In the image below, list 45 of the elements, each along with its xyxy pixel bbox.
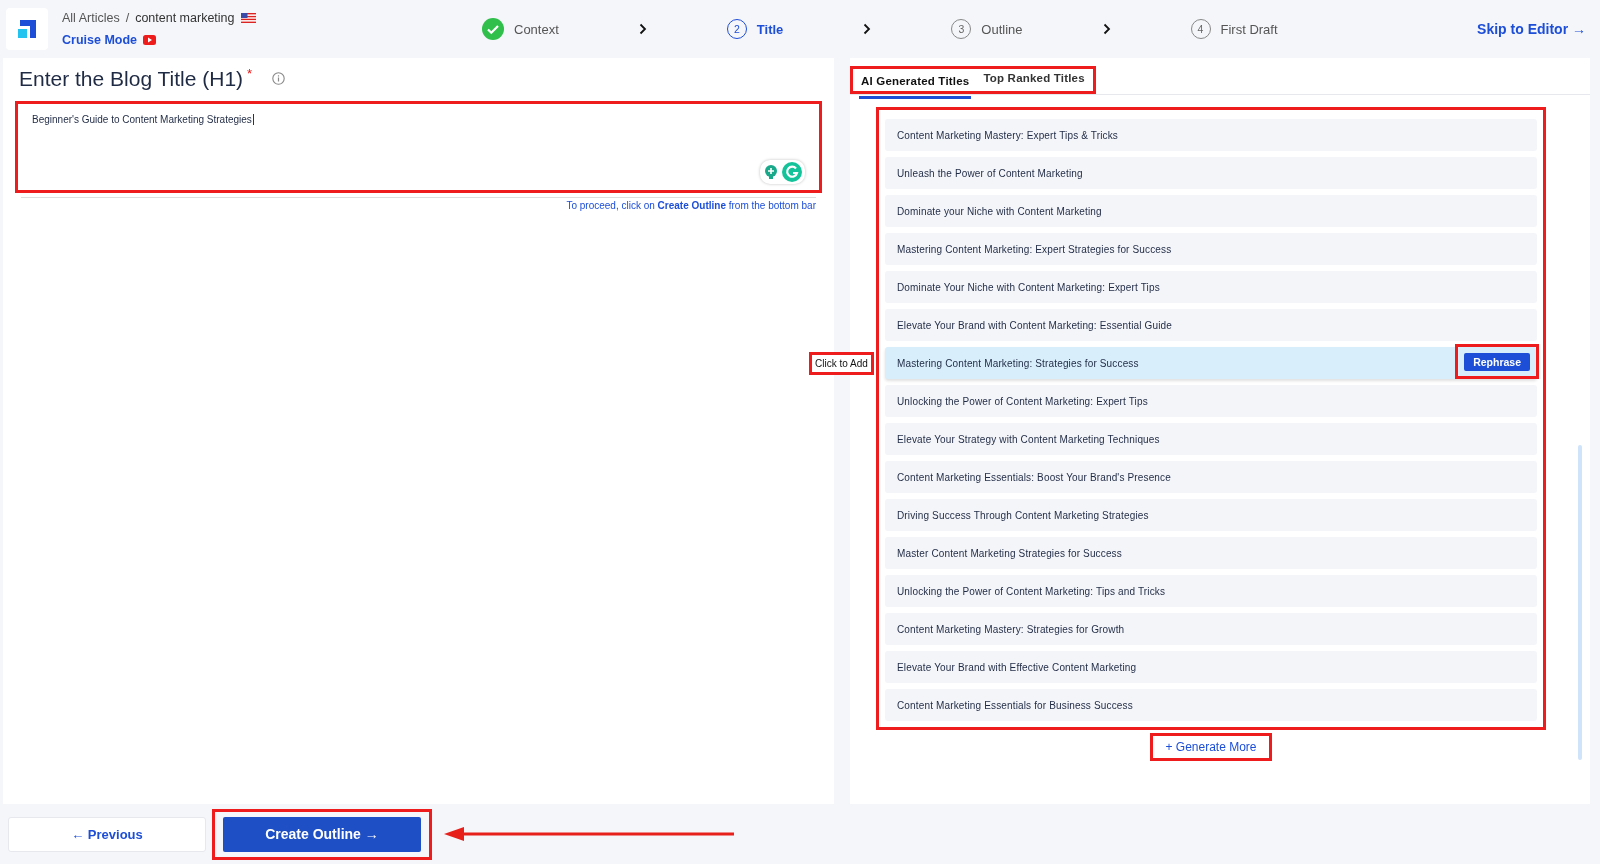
click-to-add-tooltip: Click to Add (809, 352, 874, 375)
create-outline-button[interactable]: Create Outline → (223, 816, 421, 852)
section-heading: Enter the Blog Title (H1) (19, 66, 244, 91)
breadcrumb-current: content marketing (135, 11, 235, 25)
video-play-icon[interactable] (143, 35, 156, 45)
step-label[interactable]: Context (514, 21, 559, 37)
title-option[interactable]: Dominate your Niche with Content Marketing (885, 195, 1537, 227)
skip-to-editor-link[interactable]: Skip to Editor → (1477, 21, 1586, 37)
required-mark: * (247, 66, 253, 81)
tab[interactable]: Top Ranked Titles (981, 71, 1087, 91)
title-option[interactable]: Elevate Your Strategy with Content Marketing Techniques (885, 423, 1537, 455)
title-option[interactable]: Elevate Your Brand with Effective Content Marketing (885, 651, 1537, 683)
title-option[interactable]: Content Marketing Mastery: Strategies for Growth (885, 613, 1537, 645)
title-option[interactable]: Content Marketing Essentials for Business Success (885, 689, 1537, 721)
rephrase-button[interactable]: Rephrase (1464, 353, 1530, 371)
flag-icon (240, 13, 256, 23)
chevron-right-icon (638, 23, 647, 35)
chevron-right-icon (1102, 23, 1111, 35)
step-label[interactable]: Title (756, 21, 784, 37)
title-option[interactable]: Master Content Marketing Strategies for Success (885, 537, 1537, 569)
lightbulb-icon[interactable] (763, 164, 779, 180)
previous-button[interactable]: ← Previous (8, 816, 206, 852)
title-option[interactable]: Dominate Your Niche with Content Marketing: Expert Tips (885, 271, 1537, 303)
title-input-field[interactable]: Beginner's Guide to Content Marketing Strategies (15, 101, 822, 193)
grammar-assistant-icon[interactable] (782, 162, 802, 182)
app-logo[interactable] (6, 8, 48, 50)
title-option[interactable]: Mastering Content Marketing: Expert Strategies for Success (885, 233, 1537, 265)
step-label[interactable]: Outline (981, 21, 1023, 37)
chevron-right-icon (863, 23, 872, 35)
title-option[interactable]: Driving Success Through Content Marketing Strategies (885, 499, 1537, 531)
generate-more-button[interactable]: + Generate More (1150, 733, 1272, 761)
title-option[interactable]: Unlocking the Power of Content Marketing: Tips and Tricks (885, 575, 1537, 607)
title-option[interactable]: Unleash the Power of Content Marketing (885, 157, 1537, 189)
title-option[interactable]: Unlocking the Power of Content Marketing: Expert Tips (885, 385, 1537, 417)
step-label[interactable]: First Draft (1220, 21, 1278, 37)
title-option[interactable]: Content Marketing Essentials: Boost Your Brand's Presence (885, 461, 1537, 493)
tab[interactable]: AI Generated Titles (859, 71, 972, 99)
title-option[interactable]: Content Marketing Mastery: Expert Tips & Tricks (885, 119, 1537, 151)
breadcrumb-link[interactable]: All Articles (62, 11, 120, 25)
proceed-hint: To proceed, click on Create Outline from the bottom bar (21, 197, 816, 211)
breadcrumb-separator: / (125, 11, 130, 25)
info-icon[interactable] (272, 72, 286, 85)
scrollbar[interactable] (1578, 445, 1582, 760)
title-option[interactable]: Elevate Your Brand with Content Marketing: Essential Guide (885, 309, 1537, 341)
cruise-mode-link[interactable]: Cruise Mode (62, 33, 137, 47)
